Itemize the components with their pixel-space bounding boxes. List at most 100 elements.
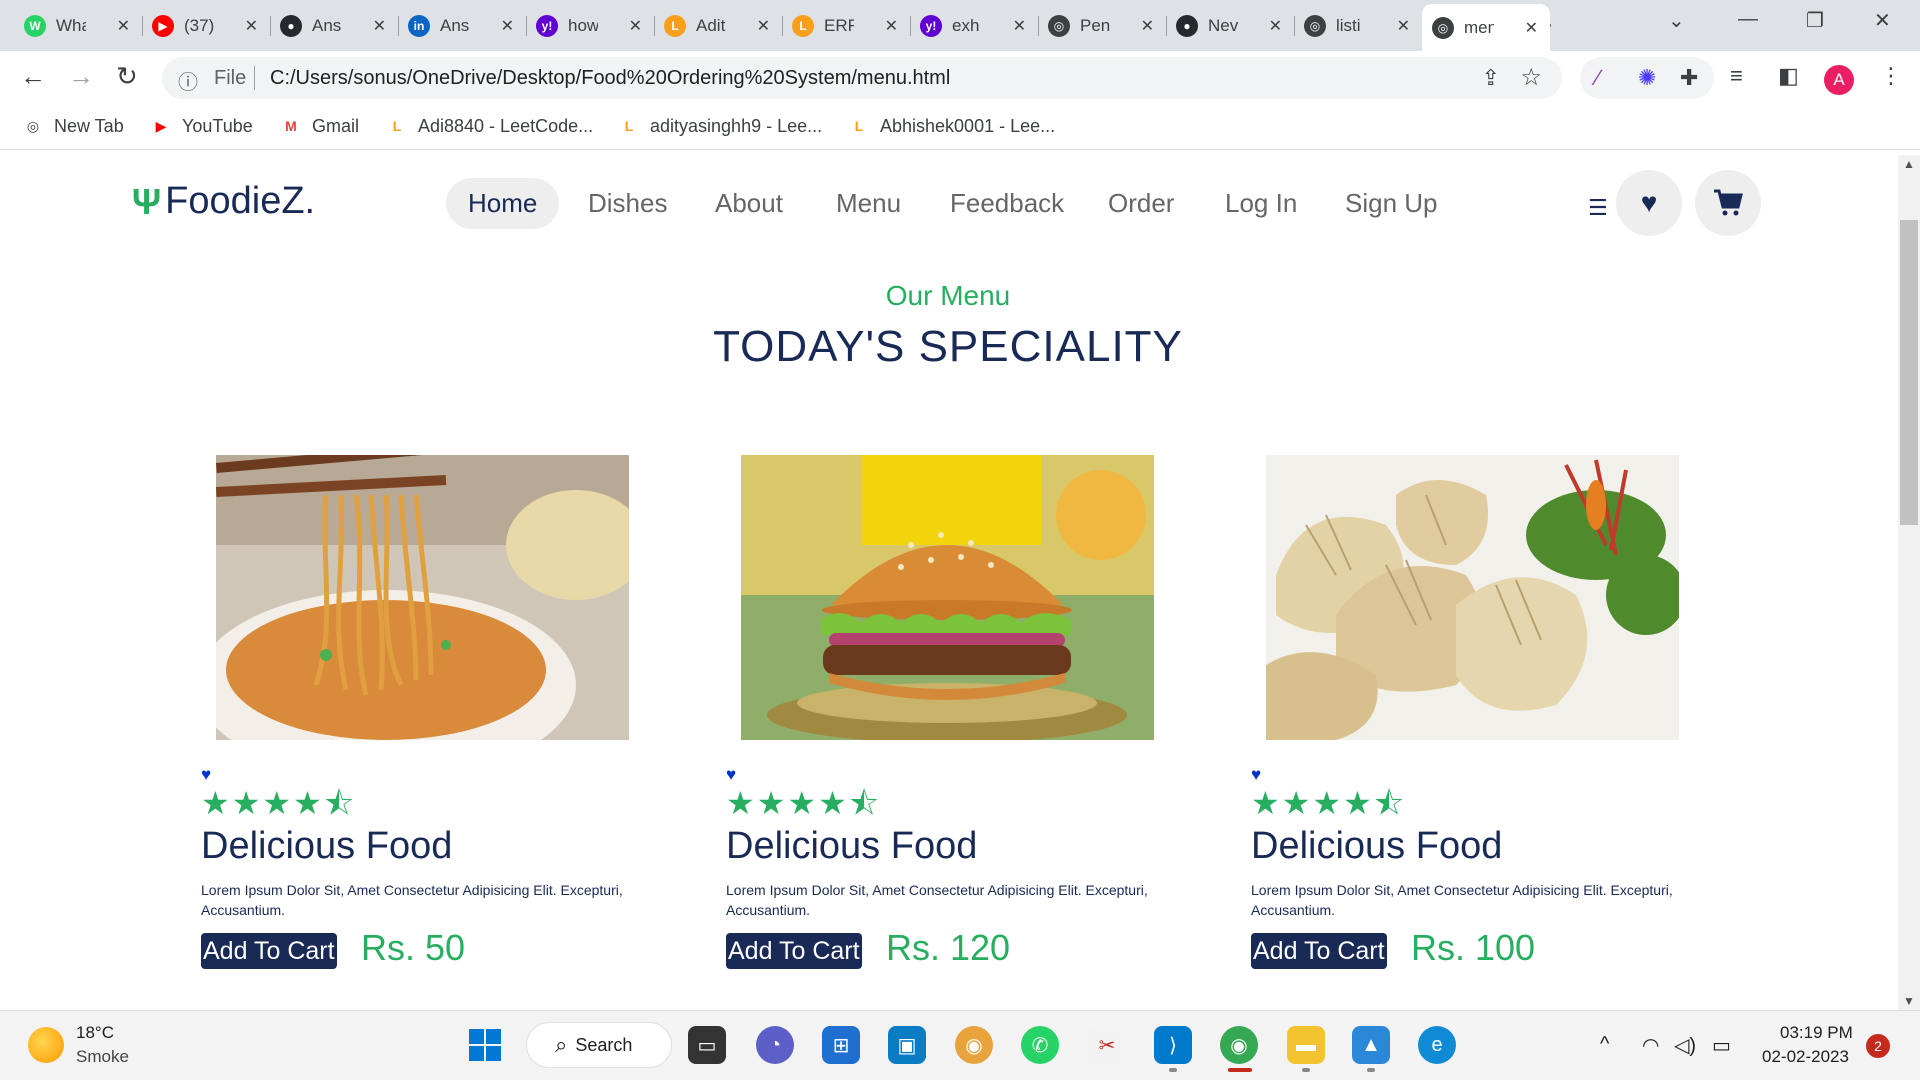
restore-icon[interactable]: ❐ bbox=[1806, 8, 1824, 33]
nav-dishes[interactable]: Dishes bbox=[588, 188, 667, 219]
wifi-icon[interactable]: ◠ bbox=[1642, 1033, 1659, 1058]
card-title: Delicious Food bbox=[726, 825, 978, 867]
browser-tab[interactable]: ◎ Pen ✕ bbox=[1038, 6, 1166, 45]
clock-time[interactable]: 03:19 PM bbox=[1780, 1023, 1853, 1043]
task-view-icon[interactable]: ▭ bbox=[688, 1026, 726, 1064]
nav-menu[interactable]: Menu bbox=[836, 188, 901, 219]
tab-close-icon[interactable]: ✕ bbox=[1397, 16, 1410, 36]
bookmark-item[interactable]: L Abhishek0001 - Lee... bbox=[848, 115, 1055, 137]
tab-search-icon[interactable]: ⌄ bbox=[1668, 8, 1685, 33]
desktop-icon[interactable]: ▣ bbox=[888, 1026, 926, 1064]
nav-signup[interactable]: Sign Up bbox=[1345, 188, 1438, 219]
weather-haze-icon[interactable] bbox=[28, 1027, 64, 1063]
browser-tab[interactable]: L Adit ✕ bbox=[654, 6, 782, 45]
tab-close-icon[interactable]: ✕ bbox=[245, 16, 258, 36]
tab-close-icon[interactable]: ✕ bbox=[757, 16, 770, 36]
browser-tab[interactable]: ◎ menu ✕ bbox=[1422, 4, 1550, 51]
url-text[interactable]: C:/Users/sonus/OneDrive/Desktop/Food%20O… bbox=[270, 67, 950, 90]
nav-order[interactable]: Order bbox=[1108, 188, 1174, 219]
puzzle-extensions-icon[interactable]: ✚ bbox=[1680, 65, 1698, 91]
extensions-area: ∕ ✺ ✚ bbox=[1580, 57, 1714, 99]
tab-close-icon[interactable]: ✕ bbox=[885, 16, 898, 36]
tab-close-icon[interactable]: ✕ bbox=[1141, 16, 1154, 36]
tab-close-icon[interactable]: ✕ bbox=[1525, 18, 1538, 38]
tab-close-icon[interactable]: ✕ bbox=[373, 16, 386, 36]
clock-date[interactable]: 02-02-2023 bbox=[1762, 1047, 1849, 1067]
menu-kebab-icon[interactable]: ⋮ bbox=[1880, 63, 1902, 89]
site-logo[interactable]: Ψ FoodieZ. bbox=[132, 180, 315, 223]
pen-extension-icon[interactable]: ∕ bbox=[1596, 65, 1600, 91]
tab-close-icon[interactable]: ✕ bbox=[1269, 16, 1282, 36]
tab-close-icon[interactable]: ✕ bbox=[117, 16, 130, 36]
weather-condition[interactable]: Smoke bbox=[76, 1047, 129, 1067]
browser-toolbar: ← → ↻ ⓘ File C:/Users/sonus/OneDrive/Des… bbox=[0, 51, 1920, 105]
windows-taskbar: 18°C Smoke ⌕ Search ▭ ◔ ⊞ ▣ ◉ ✆ ✂ ⟩ ◉ ▬ … bbox=[0, 1010, 1920, 1080]
volume-icon[interactable]: ◁) bbox=[1674, 1033, 1696, 1058]
reading-list-icon[interactable]: ≡ bbox=[1730, 63, 1743, 89]
card-description: Lorem Ipsum Dolor Sit, Amet Consectetur … bbox=[726, 882, 1148, 918]
bookmark-star-icon[interactable]: ☆ bbox=[1520, 63, 1542, 92]
browser-tab[interactable]: y! how ✕ bbox=[526, 6, 654, 45]
nav-feedback[interactable]: Feedback bbox=[950, 188, 1064, 219]
back-icon[interactable]: ← bbox=[20, 61, 46, 92]
site-info-icon[interactable]: ⓘ bbox=[178, 66, 198, 95]
nav-home[interactable]: Home bbox=[446, 178, 560, 229]
chrome-icon[interactable]: ◉ bbox=[1220, 1026, 1258, 1064]
side-panel-icon[interactable]: ◧ bbox=[1778, 63, 1799, 89]
windows-start-icon[interactable] bbox=[466, 1026, 504, 1064]
tab-close-icon[interactable]: ✕ bbox=[1013, 16, 1026, 36]
hamburger-menu-icon[interactable]: ☰ bbox=[1588, 195, 1608, 221]
share-icon[interactable]: ⇪ bbox=[1482, 65, 1500, 91]
weather-temperature[interactable]: 18°C bbox=[76, 1023, 114, 1043]
chat-icon[interactable]: ◔ bbox=[756, 1026, 794, 1064]
scroll-up-arrow-icon[interactable]: ▲ bbox=[1903, 157, 1915, 171]
browser-tab[interactable]: y! exh ✕ bbox=[910, 6, 1038, 45]
notification-badge[interactable]: 2 bbox=[1866, 1034, 1890, 1058]
scroll-thumb[interactable] bbox=[1900, 220, 1918, 525]
show-hidden-icons-chevron-icon[interactable]: ^ bbox=[1600, 1033, 1609, 1056]
edge-icon[interactable]: e bbox=[1418, 1026, 1456, 1064]
battery-icon[interactable]: ▭ bbox=[1712, 1033, 1731, 1058]
forward-icon[interactable]: → bbox=[68, 61, 94, 92]
snipping-tool-icon[interactable]: ✂ bbox=[1088, 1026, 1126, 1064]
photos-icon[interactable]: ▲ bbox=[1352, 1026, 1390, 1064]
browser-tab[interactable]: ◎ listi ✕ bbox=[1294, 6, 1422, 45]
bookmark-item[interactable]: M Gmail bbox=[280, 115, 359, 137]
taskbar-search[interactable]: ⌕ Search bbox=[526, 1022, 672, 1068]
browser-tab[interactable]: ● Nev ✕ bbox=[1166, 6, 1294, 45]
nav-about[interactable]: About bbox=[715, 188, 783, 219]
heart-icon[interactable]: ♥ bbox=[1616, 170, 1682, 236]
cart-icon[interactable] bbox=[1695, 170, 1761, 236]
reload-icon[interactable]: ↻ bbox=[116, 61, 138, 92]
vscode-icon[interactable]: ⟩ bbox=[1154, 1026, 1192, 1064]
bookmark-item[interactable]: L Adi8840 - LeetCode... bbox=[386, 115, 593, 137]
browser-tab[interactable]: ▶ (37) ✕ bbox=[142, 6, 270, 45]
address-bar[interactable]: ⓘ File C:/Users/sonus/OneDrive/Desktop/F… bbox=[162, 57, 1562, 99]
github-icon: ● bbox=[280, 14, 302, 37]
bookmark-item[interactable]: Ladityasinghh9 - Lee... bbox=[618, 115, 822, 137]
bookmark-item[interactable]: ◎ New Tab bbox=[22, 115, 124, 137]
add-to-cart-button[interactable]: Add To Cart bbox=[726, 933, 862, 969]
file-explorer-icon[interactable]: ▬ bbox=[1287, 1026, 1325, 1064]
browser-tab[interactable]: ● Ans ✕ bbox=[270, 6, 398, 45]
close-window-icon[interactable]: ✕ bbox=[1874, 8, 1891, 33]
bookmark-item[interactable]: ▶ YouTube bbox=[150, 115, 253, 137]
add-to-cart-button[interactable]: Add To Cart bbox=[201, 933, 337, 969]
browser-tab[interactable]: L ERR ✕ bbox=[782, 6, 910, 45]
chrome-dev-icon[interactable]: ◉ bbox=[955, 1026, 993, 1064]
browser-tab[interactable]: in Ans ✕ bbox=[398, 6, 526, 45]
whatsapp-taskbar-icon[interactable]: ✆ bbox=[1021, 1026, 1059, 1064]
minimize-icon[interactable]: — bbox=[1738, 8, 1758, 31]
spark-extension-icon[interactable]: ✺ bbox=[1638, 65, 1656, 91]
tab-close-icon[interactable]: ✕ bbox=[629, 16, 642, 36]
add-to-cart-button[interactable]: Add To Cart bbox=[1251, 933, 1387, 969]
tab-close-icon[interactable]: ✕ bbox=[501, 16, 514, 36]
url-scheme-label: File bbox=[214, 67, 247, 89]
scroll-down-arrow-icon[interactable]: ▼ bbox=[1903, 994, 1915, 1008]
profile-avatar[interactable]: A bbox=[1824, 65, 1854, 95]
store-icon[interactable]: ⊞ bbox=[822, 1026, 860, 1064]
nav-login[interactable]: Log In bbox=[1225, 188, 1297, 219]
browser-tab[interactable]: W WhatsApp ✕ bbox=[14, 6, 142, 45]
page-scrollbar[interactable]: ▲ ▼ bbox=[1898, 155, 1920, 1010]
card-title: Delicious Food bbox=[1251, 825, 1503, 867]
